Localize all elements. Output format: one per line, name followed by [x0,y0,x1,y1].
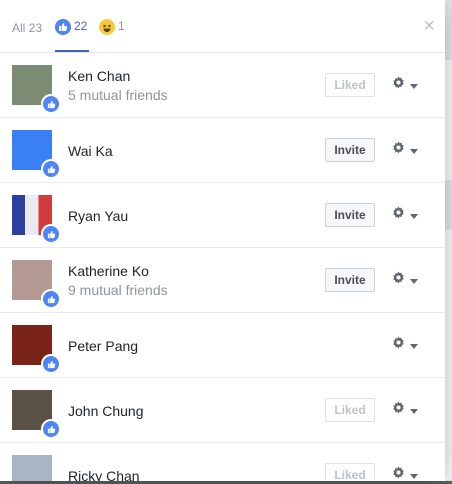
thumbs-up-icon [41,224,61,244]
gear-icon [392,206,405,224]
thumbs-up-icon [41,94,61,114]
liked-button[interactable]: Liked [325,73,375,97]
background-panel [444,230,452,480]
settings-menu[interactable] [392,466,418,481]
person-name[interactable]: John Chung [68,403,144,419]
tab-like-count: 22 [74,19,88,33]
person-name[interactable]: Wai Ka [68,143,113,159]
chevron-down-icon [410,206,418,224]
person-name[interactable]: Ryan Yau [68,208,128,224]
thumbs-up-icon [41,159,61,179]
reaction-tabs: All 23 22 1 × [0,0,445,53]
tab-like[interactable]: 22 [55,14,89,52]
person-name[interactable]: Katherine Ko [68,263,149,279]
chevron-down-icon [410,271,418,289]
tab-haha[interactable]: 1 [99,14,125,52]
thumbs-up-icon [55,19,71,35]
settings-menu[interactable] [392,141,418,159]
thumbs-up-icon [41,419,61,439]
settings-menu[interactable] [392,401,418,419]
tab-all[interactable]: All 23 [12,14,42,52]
tab-haha-count: 1 [118,19,125,33]
haha-icon [99,19,115,35]
chevron-down-icon [410,466,418,481]
person-name[interactable]: Peter Pang [68,338,138,354]
list-item: Wai Ka Invite [0,117,445,183]
mutual-friends[interactable]: 9 mutual friends [68,282,168,298]
invite-button[interactable]: Invite [325,203,375,227]
chevron-down-icon [410,336,418,354]
gear-icon [392,466,405,481]
list-item: Peter Pang [0,312,445,378]
reactions-dialog: All 23 22 1 × Ken Chan 5 mutual friends … [0,0,445,481]
thumbs-up-icon [41,354,61,374]
settings-menu[interactable] [392,76,418,94]
gear-icon [392,336,405,354]
settings-menu[interactable] [392,336,418,354]
gear-icon [392,401,405,419]
close-icon[interactable]: × [423,16,435,36]
settings-menu[interactable] [392,271,418,289]
chevron-down-icon [410,401,418,419]
tab-all-label: All 23 [12,21,43,35]
gear-icon [392,141,405,159]
list-item: Ken Chan 5 mutual friends Liked [0,52,445,118]
thumbs-up-icon [41,289,61,309]
avatar[interactable] [12,455,52,481]
list-item: John Chung Liked [0,377,445,443]
chevron-down-icon [410,76,418,94]
invite-button[interactable]: Invite [325,268,375,292]
gear-icon [392,76,405,94]
list-item: Katherine Ko 9 mutual friends Invite [0,247,445,313]
settings-menu[interactable] [392,206,418,224]
invite-button[interactable]: Invite [325,138,375,162]
liked-button[interactable]: Liked [325,463,375,481]
person-name[interactable]: Ken Chan [68,68,130,84]
gear-icon [392,271,405,289]
background-panel [444,60,452,180]
list-item: Ryan Yau Invite [0,182,445,248]
person-name[interactable]: Ricky Chan [68,468,140,481]
chevron-down-icon [410,141,418,159]
mutual-friends[interactable]: 5 mutual friends [68,87,168,103]
list-item: Ricky Chan Liked [0,442,445,481]
liked-button[interactable]: Liked [325,398,375,422]
